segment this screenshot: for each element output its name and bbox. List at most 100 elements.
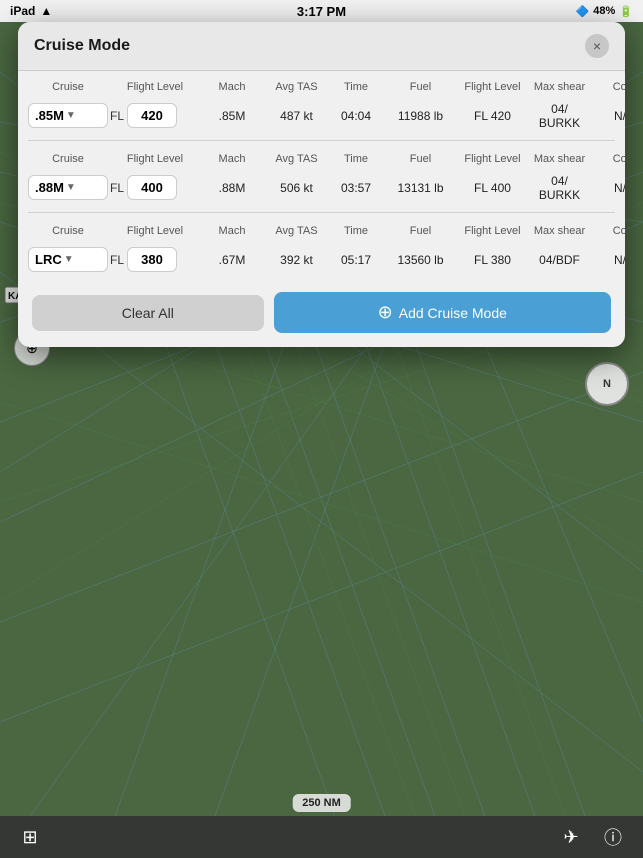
cruise-dropdown-3[interactable]: LRC ▼	[28, 247, 108, 272]
col-fuel-2: Fuel	[383, 153, 458, 165]
fl-input-1[interactable]	[127, 103, 177, 128]
battery-icon: 🔋	[619, 5, 633, 18]
col-fl-1: Flight Level	[110, 81, 200, 93]
fl-input-3[interactable]	[127, 247, 177, 272]
cruise-dropdown-2[interactable]: .88M ▼	[28, 175, 108, 200]
dialog-footer: Clear All ⊕ Add Cruise Mode	[18, 282, 625, 347]
dropdown-arrow-1: ▼	[66, 110, 76, 121]
col-time-2: Time	[331, 153, 381, 165]
col-cost-2: Cost	[594, 153, 625, 165]
col-fl-3: Flight Level	[110, 225, 200, 237]
plus-icon: ⊕	[378, 302, 393, 323]
divider-2	[28, 212, 615, 213]
dialog-header: Cruise Mode ×	[18, 22, 625, 71]
scale-bar: 250 NM	[292, 794, 351, 812]
col-time-3: Time	[331, 225, 381, 237]
compass-icon: N	[585, 362, 629, 406]
dropdown-arrow-2: ▼	[66, 182, 76, 193]
col-flout-3: Flight Level	[460, 225, 525, 237]
dropdown-arrow-3: ▼	[64, 254, 74, 265]
add-cruise-label: Add Cruise Mode	[399, 305, 507, 321]
cruise-header-row-2: Cruise Flight Level Mach Avg TAS Time Fu…	[28, 149, 615, 169]
info-button[interactable]: ⓘ	[597, 821, 629, 853]
col-fuel-1: Fuel	[383, 81, 458, 93]
col-flout-1: Flight Level	[460, 81, 525, 93]
add-cruise-button[interactable]: ⊕ Add Cruise Mode	[274, 292, 611, 333]
fuel-3: 13560 lb	[383, 253, 458, 267]
cruise-section-2: Cruise Flight Level Mach Avg TAS Time Fu…	[18, 143, 625, 210]
fl-label-3: FL	[110, 253, 124, 267]
cruise-dropdown-1[interactable]: .85M ▼	[28, 103, 108, 128]
compass-label: N	[603, 378, 611, 390]
info-icon: ⓘ	[604, 824, 622, 850]
col-fl-2: Flight Level	[110, 153, 200, 165]
avgtas-1: 487 kt	[264, 109, 329, 123]
col-cruise-1: Cruise	[28, 81, 108, 93]
cost-3: N/A	[594, 253, 625, 267]
col-fuel-3: Fuel	[383, 225, 458, 237]
col-shear-1: Max shear	[527, 81, 592, 93]
cruise-data-row-3: LRC ▼ FL .67M 392 kt 05:17 13560 lb FL 3…	[28, 241, 615, 278]
scale-label: 250 NM	[302, 797, 341, 809]
dialog-title: Cruise Mode	[34, 37, 130, 55]
fuel-2: 13131 lb	[383, 181, 458, 195]
plane-icon: ✈	[563, 827, 578, 848]
flout-3: FL 380	[460, 253, 525, 267]
col-avgtas-1: Avg TAS	[264, 81, 329, 93]
col-mach-2: Mach	[202, 153, 262, 165]
mach-2: .88M	[202, 181, 262, 195]
plane-button[interactable]: ✈	[555, 821, 587, 853]
shear-2: 04/ BURKK	[527, 174, 592, 202]
close-button[interactable]: ×	[585, 34, 609, 58]
fuel-1: 11988 lb	[383, 109, 458, 123]
layers-button[interactable]: ⊞	[14, 821, 46, 853]
fl-container-1: FL	[110, 103, 200, 128]
flout-1: FL 420	[460, 109, 525, 123]
fl-input-2[interactable]	[127, 175, 177, 200]
bluetooth-icon: 🔷	[576, 5, 590, 18]
device-label: iPad	[10, 4, 35, 18]
battery-level: 48%	[593, 5, 615, 17]
status-bar: iPad ▲ 3:17 PM 🔷 48% 🔋	[0, 0, 643, 22]
avgtas-2: 506 kt	[264, 181, 329, 195]
mach-3: .67M	[202, 253, 262, 267]
cruise-section-3: Cruise Flight Level Mach Avg TAS Time Fu…	[18, 215, 625, 282]
bottom-toolbar: ⊞ ✈ ⓘ	[0, 816, 643, 858]
mach-1: .85M	[202, 109, 262, 123]
toolbar-right: ✈ ⓘ	[555, 821, 629, 853]
cruise-header-row-1: Cruise Flight Level Mach Avg TAS Time Fu…	[28, 77, 615, 97]
cruise-header-row-3: Cruise Flight Level Mach Avg TAS Time Fu…	[28, 221, 615, 241]
cruise-data-row-2: .88M ▼ FL .88M 506 kt 03:57 13131 lb FL …	[28, 169, 615, 206]
time-3: 05:17	[331, 253, 381, 267]
col-flout-2: Flight Level	[460, 153, 525, 165]
layers-icon: ⊞	[22, 827, 37, 848]
cruise-section-1: Cruise Flight Level Mach Avg TAS Time Fu…	[18, 71, 625, 138]
cruise-mode-dialog: Cruise Mode × Cruise Flight Level Mach A…	[18, 22, 625, 347]
cost-2: N/A	[594, 181, 625, 195]
fl-container-3: FL	[110, 247, 200, 272]
status-right: 🔷 48% 🔋	[576, 5, 633, 18]
col-cost-1: Cost	[594, 81, 625, 93]
status-time: 3:17 PM	[297, 4, 346, 19]
wifi-icon: ▲	[40, 4, 52, 18]
cruise-value-3: LRC	[35, 252, 62, 267]
col-time-1: Time	[331, 81, 381, 93]
col-mach-1: Mach	[202, 81, 262, 93]
col-cost-3: Cost	[594, 225, 625, 237]
cruise-value-2: .88M	[35, 180, 64, 195]
divider-1	[28, 140, 615, 141]
status-left: iPad ▲	[10, 4, 52, 18]
flout-2: FL 400	[460, 181, 525, 195]
col-avgtas-2: Avg TAS	[264, 153, 329, 165]
fl-label-1: FL	[110, 109, 124, 123]
shear-1: 04/ BURKK	[527, 102, 592, 130]
fl-label-2: FL	[110, 181, 124, 195]
col-shear-2: Max shear	[527, 153, 592, 165]
clear-all-button[interactable]: Clear All	[32, 295, 264, 331]
avgtas-3: 392 kt	[264, 253, 329, 267]
col-mach-3: Mach	[202, 225, 262, 237]
shear-3: 04/BDF	[527, 253, 592, 267]
col-avgtas-3: Avg TAS	[264, 225, 329, 237]
col-cruise-3: Cruise	[28, 225, 108, 237]
cruise-value-1: .85M	[35, 108, 64, 123]
